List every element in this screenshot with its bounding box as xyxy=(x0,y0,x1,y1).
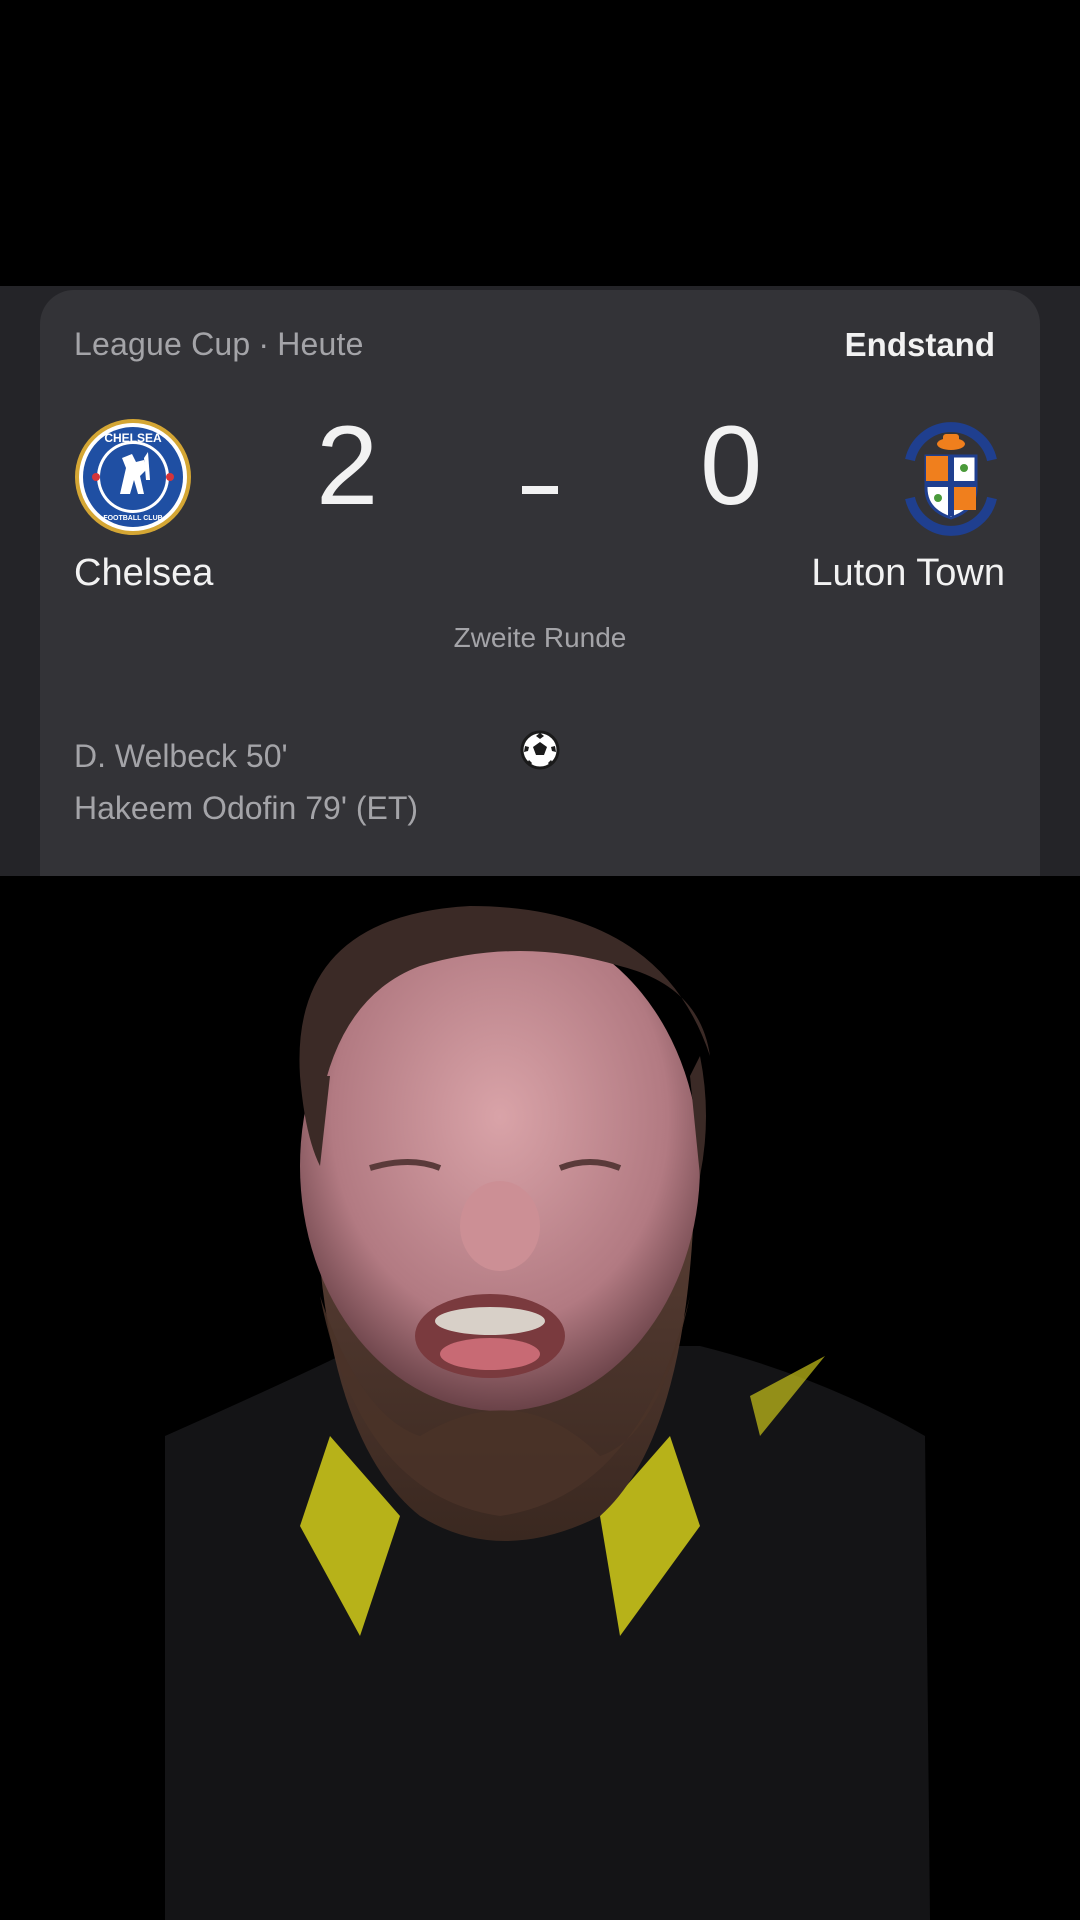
screen: League Cup · Heute Endstand CHELSEA FOOTBA… xyxy=(0,0,1080,1920)
meta-separator: · xyxy=(258,326,270,362)
webcam-overlay xyxy=(0,876,1080,1920)
goal-scorers-list: D. Welbeck 50' Hakeem Odofin 79' (ET) xyxy=(74,730,418,834)
home-team-name[interactable]: Chelsea xyxy=(74,552,213,595)
chelsea-crest-icon[interactable]: CHELSEA FOOTBALL CLUB xyxy=(74,418,192,536)
away-score: 0 xyxy=(700,403,763,528)
goal-scorer-item: D. Welbeck 50' xyxy=(74,738,288,774)
match-score-card[interactable]: League Cup · Heute Endstand CHELSEA FOOTBA… xyxy=(40,290,1040,876)
round-label: Zweite Runde xyxy=(453,622,627,653)
competition-label: League Cup xyxy=(74,326,251,362)
match-meta: League Cup · Heute xyxy=(74,326,364,363)
match-date: Heute xyxy=(277,326,364,362)
svg-text:CHELSEA: CHELSEA xyxy=(104,431,162,445)
luton-crest-icon[interactable] xyxy=(892,418,1010,536)
match-status: Endstand xyxy=(844,326,995,363)
away-team-name[interactable]: Luton Town xyxy=(811,552,1005,595)
goal-scorer-item: Hakeem Odofin 79' (ET) xyxy=(74,790,419,826)
person-illustration xyxy=(165,906,930,1920)
soccer-ball-icon xyxy=(520,730,560,770)
score-dash xyxy=(522,486,558,494)
home-score: 2 xyxy=(316,403,379,528)
svg-text:FOOTBALL CLUB: FOOTBALL CLUB xyxy=(103,515,162,522)
